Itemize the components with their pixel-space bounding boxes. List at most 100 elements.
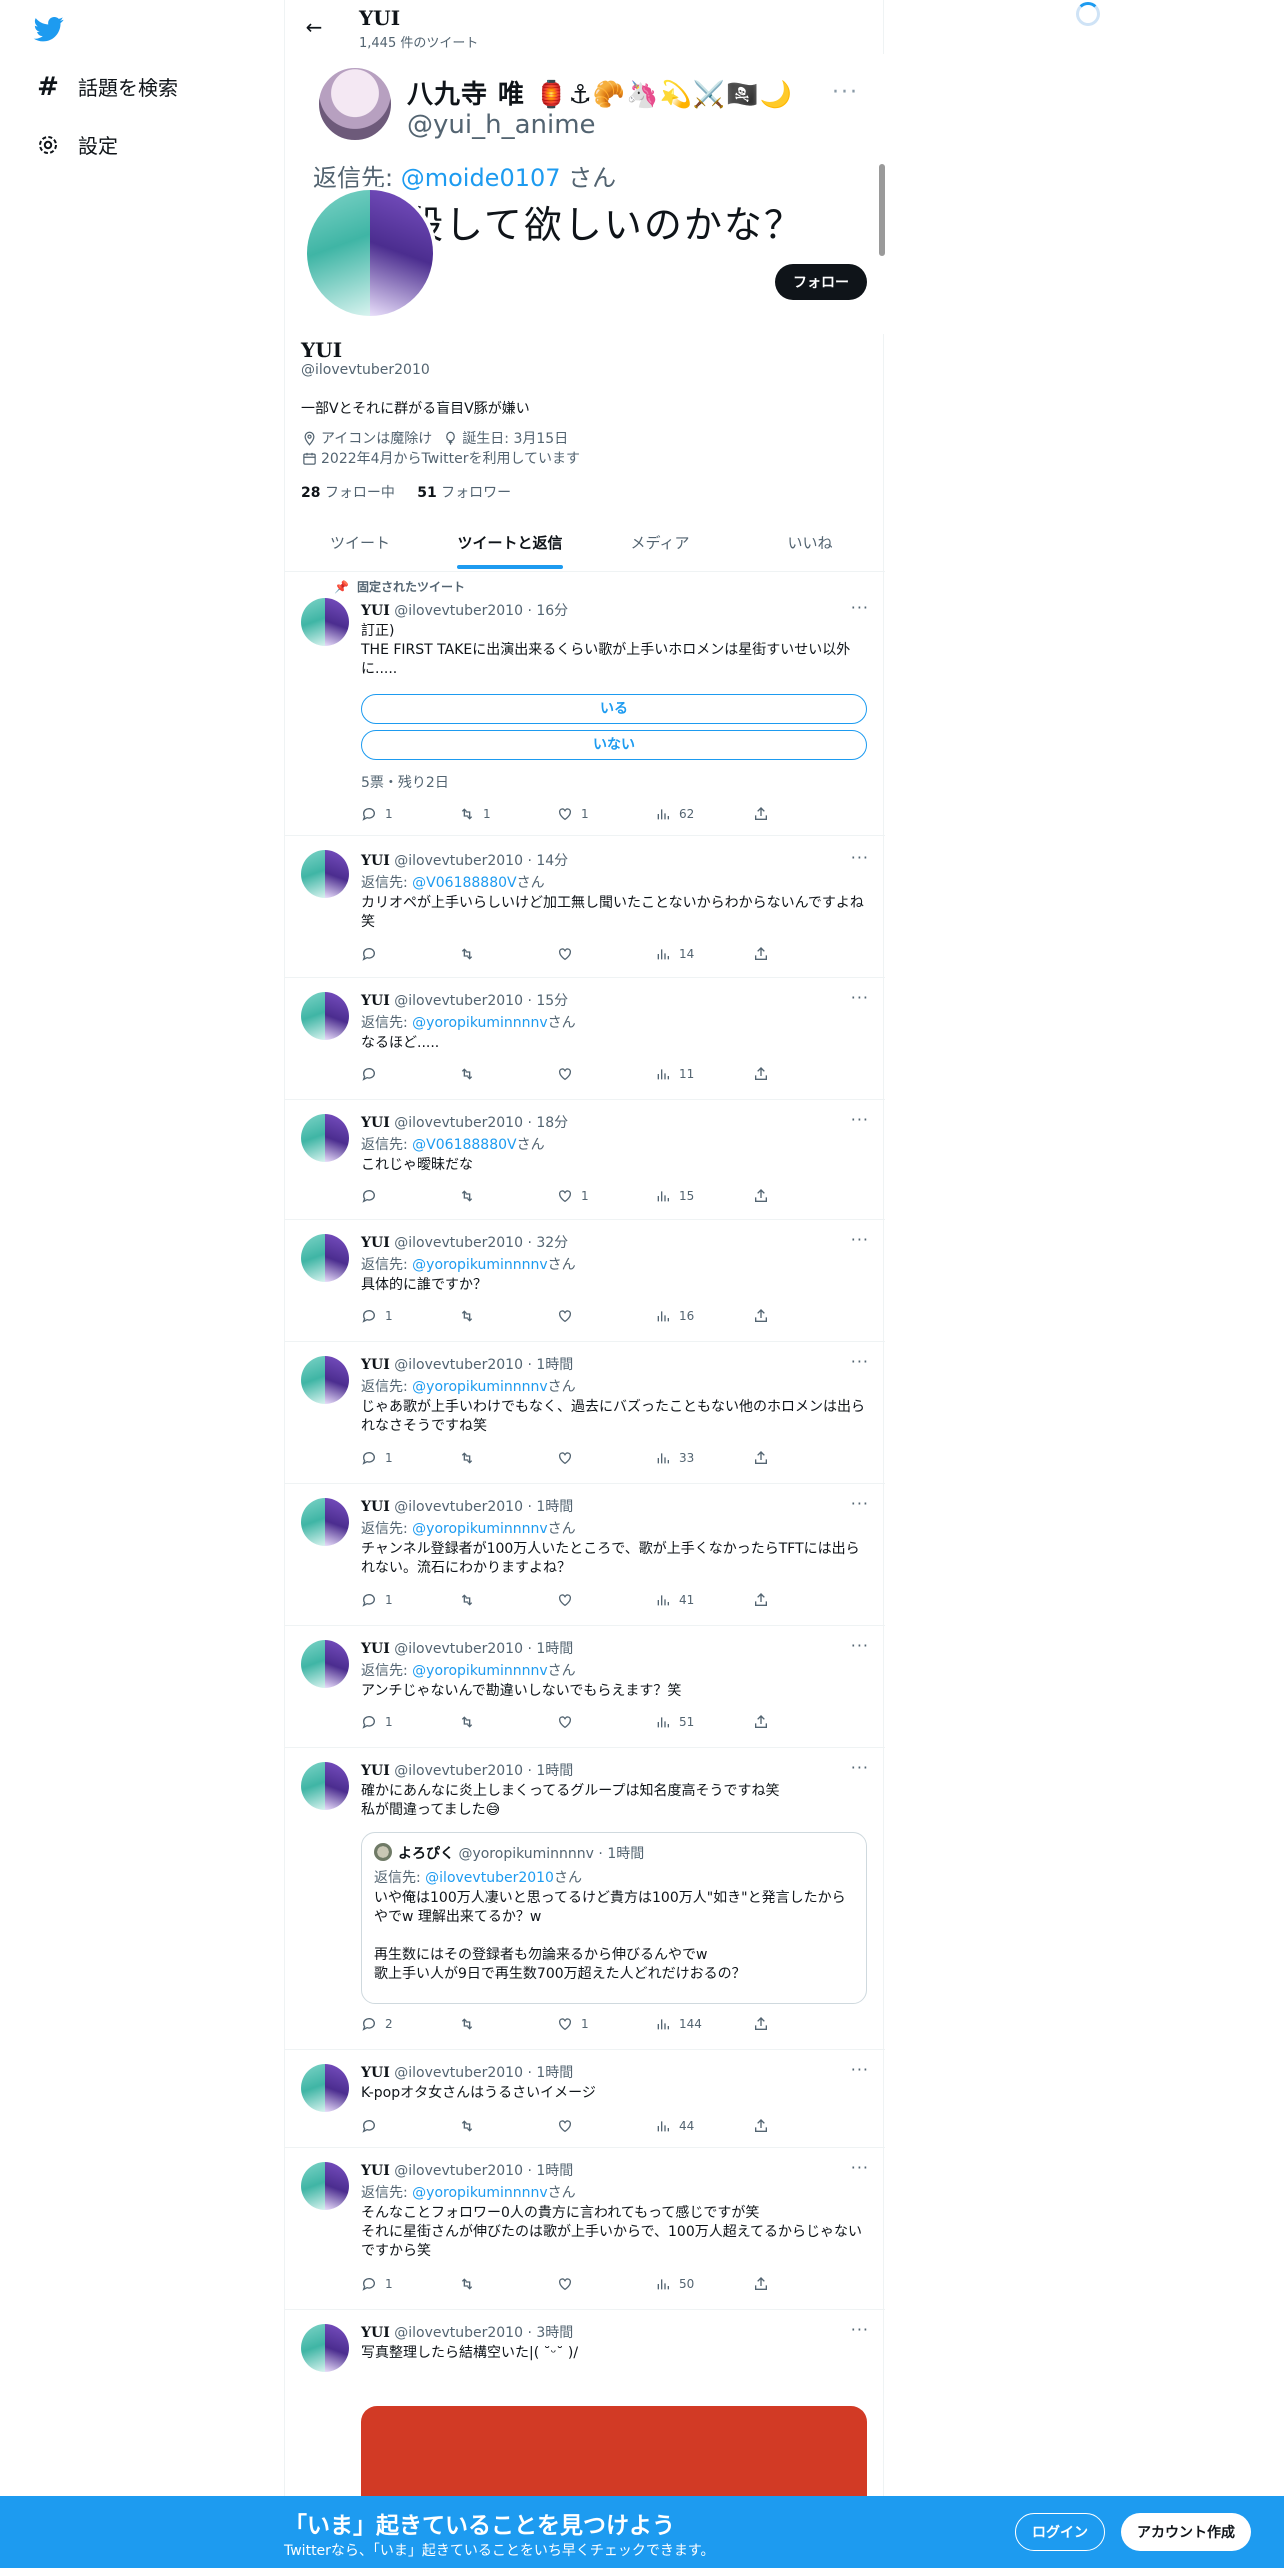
- tweet-avatar[interactable]: [301, 1234, 349, 1282]
- tweet-author-name[interactable]: YUI: [361, 993, 390, 1009]
- views-button[interactable]: 14: [655, 946, 694, 962]
- reply-button[interactable]: 1: [361, 806, 393, 822]
- tweet-avatar[interactable]: [301, 1498, 349, 1546]
- reply-handle-link[interactable]: @yoropikuminnnnv: [412, 1015, 548, 1031]
- share-button[interactable]: [753, 2276, 777, 2292]
- share-button[interactable]: [753, 1308, 777, 1324]
- profile-avatar[interactable]: [303, 186, 437, 320]
- tweet-author-name[interactable]: YUI: [361, 1763, 390, 1779]
- retweet-button[interactable]: [459, 2118, 483, 2134]
- tweet[interactable]: YUI @ilovevtuber2010 · 18分 ··· 返信先: @V06…: [285, 1100, 885, 1220]
- tweet-more-icon[interactable]: ···: [851, 2060, 869, 2079]
- tweet-author-name[interactable]: YUI: [361, 1235, 390, 1251]
- tweet-avatar[interactable]: [301, 1114, 349, 1162]
- tweet-more-icon[interactable]: ···: [851, 2158, 869, 2177]
- share-button[interactable]: [753, 1714, 777, 1730]
- tab-tweets-and-replies[interactable]: ツイートと返信: [435, 520, 585, 571]
- tweet-avatar[interactable]: [301, 1640, 349, 1688]
- share-button[interactable]: [753, 946, 777, 962]
- tweet-author-handle[interactable]: @ilovevtuber2010: [394, 1499, 523, 1515]
- reply-button[interactable]: 1: [361, 1714, 393, 1730]
- reply-handle-link[interactable]: @yoropikuminnnnv: [412, 1379, 548, 1395]
- share-button[interactable]: [753, 2118, 777, 2134]
- reply-button[interactable]: [361, 1066, 385, 1082]
- tweet[interactable]: YUI @ilovevtuber2010 · 15分 ··· 返信先: @yor…: [285, 978, 885, 1100]
- reply-button[interactable]: [361, 946, 385, 962]
- like-button[interactable]: [557, 1592, 581, 1608]
- tweet-author-name[interactable]: YUI: [361, 2065, 390, 2081]
- tab-likes[interactable]: いいね: [735, 520, 885, 571]
- like-button[interactable]: 1: [557, 806, 589, 822]
- tweet-time[interactable]: 1時間: [536, 1641, 573, 1657]
- retweet-button[interactable]: [459, 1188, 483, 1204]
- tweet-more-icon[interactable]: ···: [851, 1494, 869, 1513]
- tweet-more-icon[interactable]: ···: [851, 1110, 869, 1129]
- tweet-author-name[interactable]: YUI: [361, 2163, 390, 2179]
- reply-handle-link[interactable]: @V06188880V: [412, 1137, 516, 1153]
- tweet-avatar[interactable]: [301, 992, 349, 1040]
- tweet-avatar[interactable]: [301, 1356, 349, 1404]
- tweet-author-handle[interactable]: @ilovevtuber2010: [394, 1235, 523, 1251]
- quoted-tweet[interactable]: よろぴく @yoropikuminnnnv · 1時間 返信先: @ilovev…: [361, 1832, 867, 2004]
- tweet-author-handle[interactable]: @ilovevtuber2010: [394, 1641, 523, 1657]
- followers-link[interactable]: 51 フォロワー: [417, 485, 511, 501]
- tweet-avatar[interactable]: [301, 1762, 349, 1810]
- tweet-more-icon[interactable]: ···: [851, 1352, 869, 1371]
- poll-option[interactable]: いない: [361, 730, 867, 760]
- tweet-more-icon[interactable]: ···: [851, 598, 869, 617]
- following-link[interactable]: 28 フォロー中: [301, 485, 395, 501]
- tweet[interactable]: YUI @ilovevtuber2010 · 1時間 ··· K-popオタ女さ…: [285, 2050, 885, 2148]
- tweet-more-icon[interactable]: ···: [851, 1636, 869, 1655]
- tab-tweets[interactable]: ツイート: [285, 520, 435, 571]
- views-button[interactable]: 50: [655, 2276, 694, 2292]
- poll-option[interactable]: いる: [361, 694, 867, 724]
- twitter-logo-icon[interactable]: [32, 14, 66, 44]
- tweet-time[interactable]: 32分: [536, 1235, 568, 1251]
- tweet-author-name[interactable]: YUI: [361, 1499, 390, 1515]
- tweet-more-icon[interactable]: ···: [851, 2320, 869, 2339]
- retweet-button[interactable]: [459, 1714, 483, 1730]
- like-button[interactable]: 1: [557, 2016, 589, 2032]
- retweet-button[interactable]: [459, 946, 483, 962]
- share-button[interactable]: [753, 1188, 777, 1204]
- tweet[interactable]: YUI @ilovevtuber2010 · 1時間 ··· 返信先: @yor…: [285, 1342, 885, 1484]
- tweet-more-icon[interactable]: ···: [851, 1758, 869, 1777]
- tweet-time[interactable]: 1時間: [536, 1763, 573, 1779]
- views-button[interactable]: 144: [655, 2016, 702, 2032]
- like-button[interactable]: [557, 1450, 581, 1466]
- tweet-author-name[interactable]: YUI: [361, 2325, 390, 2341]
- reply-handle-link[interactable]: @yoropikuminnnnv: [412, 1257, 548, 1273]
- tweet[interactable]: YUI @ilovevtuber2010 · 1時間 ··· 返信先: @yor…: [285, 2148, 885, 2310]
- tweet-time[interactable]: 18分: [536, 1115, 568, 1131]
- reply-button[interactable]: 1: [361, 1450, 393, 1466]
- tweet-author-name[interactable]: YUI: [361, 603, 390, 619]
- like-button[interactable]: [557, 1066, 581, 1082]
- tab-media[interactable]: メディア: [585, 520, 735, 571]
- tweet-author-handle[interactable]: @ilovevtuber2010: [394, 1115, 523, 1131]
- share-button[interactable]: [753, 2016, 777, 2032]
- views-button[interactable]: 11: [655, 1066, 694, 1082]
- share-button[interactable]: [753, 1066, 777, 1082]
- retweet-button[interactable]: [459, 1308, 483, 1324]
- views-button[interactable]: 41: [655, 1592, 694, 1608]
- create-account-button[interactable]: アカウント作成: [1121, 2513, 1251, 2551]
- reply-handle-link[interactable]: @yoropikuminnnnv: [412, 2185, 548, 2201]
- tweet-more-icon[interactable]: ···: [851, 848, 869, 867]
- reply-button[interactable]: [361, 1188, 385, 1204]
- like-button[interactable]: [557, 1714, 581, 1730]
- login-button[interactable]: ログイン: [1015, 2513, 1105, 2551]
- tweet-time[interactable]: 1時間: [536, 1499, 573, 1515]
- tweet-author-handle[interactable]: @ilovevtuber2010: [394, 853, 523, 869]
- nav-explore[interactable]: # 話題を検索: [34, 72, 178, 102]
- retweet-button[interactable]: [459, 2276, 483, 2292]
- tweet-time[interactable]: 14分: [536, 853, 568, 869]
- like-button[interactable]: [557, 946, 581, 962]
- tweet-avatar[interactable]: [301, 2324, 349, 2372]
- back-arrow-icon[interactable]: ←: [301, 14, 327, 40]
- follow-button[interactable]: フォロー: [775, 264, 867, 300]
- nav-settings[interactable]: 設定: [34, 130, 118, 159]
- tweet-author-handle[interactable]: @ilovevtuber2010: [394, 2163, 523, 2179]
- tweet-avatar[interactable]: [301, 598, 349, 646]
- tweet-time[interactable]: 3時間: [536, 2325, 573, 2341]
- retweet-button[interactable]: 1: [459, 806, 491, 822]
